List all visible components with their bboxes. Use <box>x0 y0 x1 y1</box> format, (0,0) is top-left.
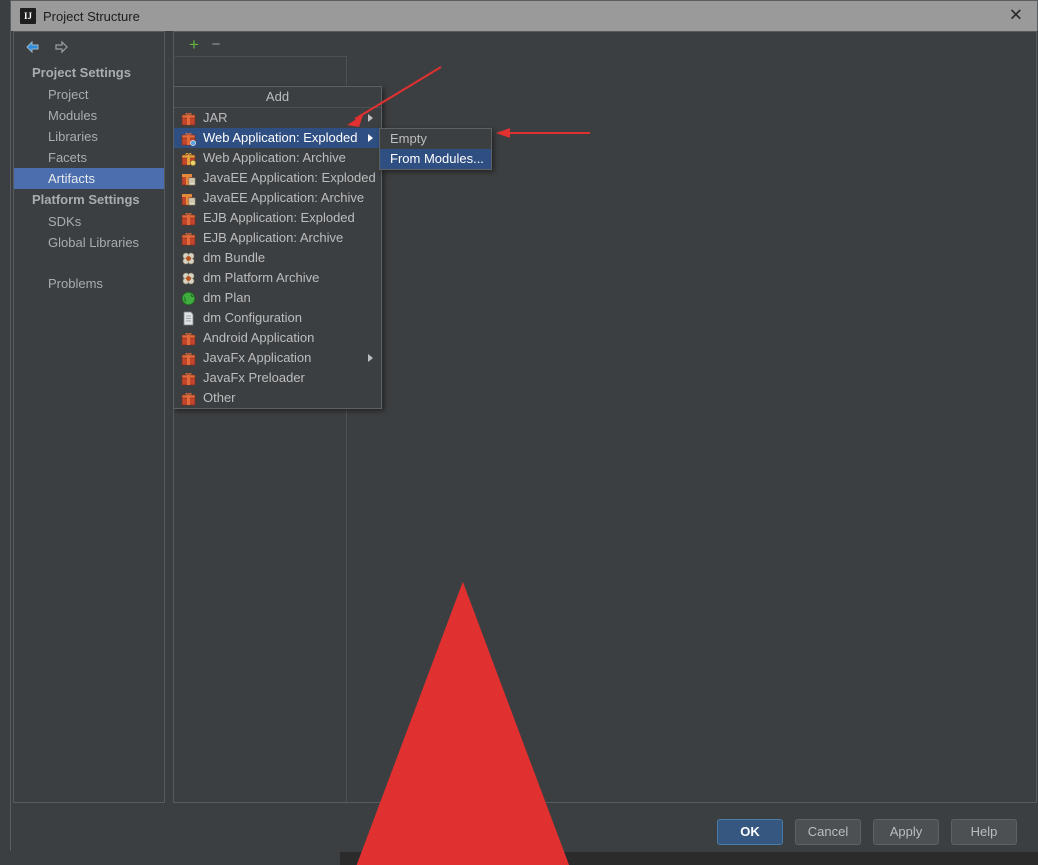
menu-item-ejb-application-archive[interactable]: EJB Application: Archive <box>174 228 381 248</box>
menu-item-label: dm Plan <box>203 290 251 305</box>
dm-plan-icon <box>180 290 196 306</box>
arrow-back-icon[interactable] <box>24 38 42 56</box>
menu-item-javaee-application-archive[interactable]: JavaEE Application: Archive <box>174 188 381 208</box>
dm-platform-archive-icon <box>180 270 196 286</box>
sidebar-item-libraries[interactable]: Libraries <box>14 126 164 147</box>
menu-item-web-application-archive[interactable]: Web Application: Archive <box>174 148 381 168</box>
submenu-item-label: Empty <box>390 131 427 146</box>
menu-item-label: JavaEE Application: Archive <box>203 190 365 205</box>
submenu-item-label: From Modules... <box>390 151 484 166</box>
artifacts-toolbar: + − <box>175 33 347 57</box>
jar-artifact-icon <box>180 110 196 126</box>
ide-background-bottom-right <box>340 850 1038 865</box>
menu-item-dm-bundle[interactable]: dm Bundle <box>174 248 381 268</box>
menu-item-label: JavaEE Application: Exploded <box>203 170 376 185</box>
menu-item-ejb-application-exploded[interactable]: EJB Application: Exploded <box>174 208 381 228</box>
dialog-body: Project Settings Project Modules Libraries F… <box>11 31 1038 865</box>
submenu-item-empty[interactable]: Empty <box>380 129 491 149</box>
ide-background-left-strip <box>0 0 10 865</box>
javafx-preloader-icon <box>180 370 196 386</box>
dialog-titlebar: IJ Project Structure ✕ <box>11 1 1037 32</box>
cancel-button[interactable]: Cancel <box>795 818 861 845</box>
menu-item-label: JavaFx Preloader <box>203 370 305 385</box>
intellij-idea-icon: IJ <box>20 8 36 24</box>
screen: IJ Project Structure ✕ Project Settings … <box>0 0 1038 865</box>
menu-item-web-application-exploded[interactable]: Web Application: Exploded <box>174 128 381 148</box>
sidebar-item-artifacts[interactable]: Artifacts <box>14 168 164 189</box>
sidebar-item-sdks[interactable]: SDKs <box>14 211 164 232</box>
chevron-right-icon <box>368 114 373 122</box>
submenu-item-from-modules-[interactable]: From Modules... <box>380 149 491 169</box>
sidebar-item-global-libraries[interactable]: Global Libraries <box>14 232 164 253</box>
web-exploded-icon <box>180 130 196 146</box>
menu-item-label: Web Application: Exploded <box>203 130 358 145</box>
menu-item-label: EJB Application: Archive <box>203 230 344 245</box>
sidebar-item-facets[interactable]: Facets <box>14 147 164 168</box>
add-artifact-menu[interactable]: Add JAR Web Application: Exploded Web Ap… <box>173 86 382 409</box>
menu-item-dm-configuration[interactable]: dm Configuration <box>174 308 381 328</box>
dm-bundle-icon <box>180 250 196 266</box>
sidebar-item-problems[interactable]: Problems <box>14 273 164 294</box>
pane-splitter[interactable] <box>165 31 173 803</box>
javafx-application-icon <box>180 350 196 366</box>
dm-configuration-icon <box>180 310 196 326</box>
close-icon[interactable]: ✕ <box>1009 7 1023 25</box>
menu-item-android-application[interactable]: Android Application <box>174 328 381 348</box>
web-archive-icon <box>180 150 196 166</box>
dialog-footer: OK Cancel Apply Help <box>11 811 1038 852</box>
sidebar-item-modules[interactable]: Modules <box>14 105 164 126</box>
menu-item-dm-plan[interactable]: dm Plan <box>174 288 381 308</box>
project-structure-dialog: IJ Project Structure ✕ Project Settings … <box>10 0 1038 865</box>
menu-item-label: dm Platform Archive <box>203 270 320 285</box>
settings-tree: Project Settings Project Modules Libraries F… <box>14 62 164 294</box>
javaee-exploded-icon <box>180 170 196 186</box>
menu-item-label: JAR <box>203 110 228 125</box>
menu-item-label: EJB Application: Exploded <box>203 210 355 225</box>
sidebar-group-platform-settings: Platform Settings <box>32 192 140 207</box>
minus-icon[interactable]: − <box>205 35 227 55</box>
menu-item-label: Other <box>203 390 236 405</box>
menu-item-label: dm Bundle <box>203 250 266 265</box>
apply-button[interactable]: Apply <box>873 818 939 845</box>
arrow-forward-icon[interactable] <box>52 38 70 56</box>
menu-item-javaee-application-exploded[interactable]: JavaEE Application: Exploded <box>174 168 381 188</box>
javaee-archive-icon <box>180 190 196 206</box>
menu-item-javafx-application[interactable]: JavaFx Application <box>174 348 381 368</box>
sidebar-group-project-settings: Project Settings <box>32 65 131 80</box>
menu-item-javafx-preloader[interactable]: JavaFx Preloader <box>174 368 381 388</box>
other-artifact-icon <box>180 390 196 406</box>
navigation-toolbar <box>16 34 172 60</box>
dialog-title: Project Structure <box>43 8 140 24</box>
ejb-archive-icon <box>180 230 196 246</box>
menu-item-other[interactable]: Other <box>174 388 381 408</box>
ejb-exploded-icon <box>180 210 196 226</box>
chevron-right-icon <box>368 354 373 362</box>
settings-navigation-pane: Project Settings Project Modules Libraries F… <box>13 31 165 803</box>
menu-item-label: Android Application <box>203 330 315 345</box>
sidebar-item-project[interactable]: Project <box>14 84 164 105</box>
help-button[interactable]: Help <box>951 818 1017 845</box>
plus-icon[interactable]: + <box>183 35 205 55</box>
menu-item-dm-platform-archive[interactable]: dm Platform Archive <box>174 268 381 288</box>
menu-item-label: Web Application: Archive <box>203 150 346 165</box>
menu-item-jar[interactable]: JAR <box>174 108 381 128</box>
ok-button[interactable]: OK <box>717 818 783 845</box>
add-menu-header: Add <box>174 87 381 108</box>
android-application-icon <box>180 330 196 346</box>
web-application-exploded-submenu[interactable]: Empty From Modules... <box>379 128 492 170</box>
chevron-right-icon <box>368 134 373 142</box>
menu-item-label: JavaFx Application <box>203 350 312 365</box>
menu-item-label: dm Configuration <box>203 310 302 325</box>
